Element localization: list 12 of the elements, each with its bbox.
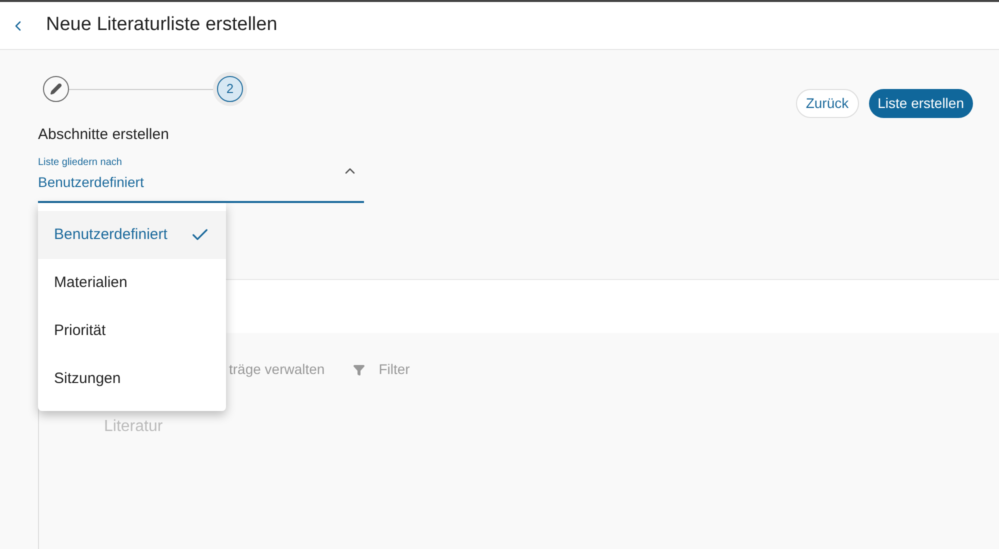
menu-item[interactable]: Priorität xyxy=(38,307,226,355)
section-title: Abschnitte erstellen xyxy=(38,125,170,145)
create-list-button[interactable]: Liste erstellen xyxy=(868,89,973,118)
field-label: Liste gliedern nach xyxy=(38,156,123,170)
menu-item[interactable]: Benutzerdefiniert xyxy=(38,211,226,259)
field-value: Benutzerdefiniert xyxy=(38,172,144,192)
menu-item[interactable]: Materialien xyxy=(38,259,226,307)
menu-item[interactable]: Sitzungen xyxy=(38,355,226,403)
filter-icon xyxy=(352,364,365,376)
page-title: Neue Literaturliste erstellen xyxy=(46,13,278,38)
back-text-button[interactable]: Zurück xyxy=(796,89,859,118)
list-heading: Literatur xyxy=(104,416,164,436)
